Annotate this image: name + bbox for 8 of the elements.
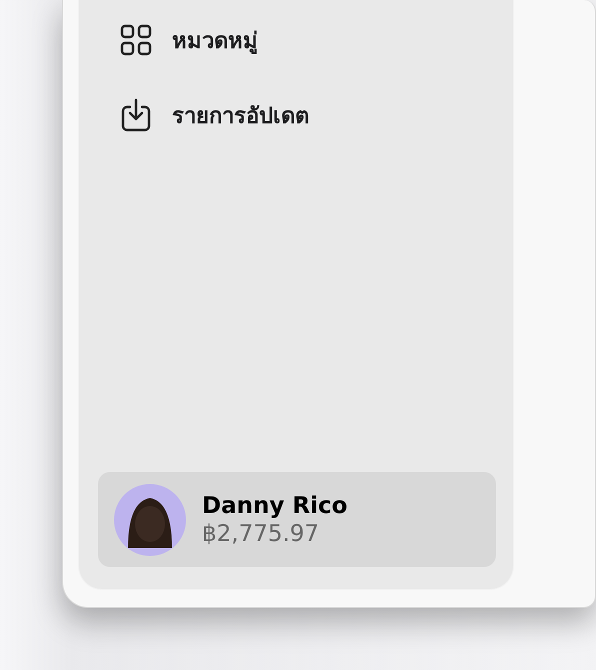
download-icon [120,98,152,132]
sidebar-item[interactable]: รายการอัปเดต [98,95,496,135]
account-balance: ฿2,775.97 [202,520,320,546]
account-card[interactable]: Danny Rico ฿2,775.97 [98,472,496,567]
sidebar-item[interactable]: หมวดหมู่ [98,20,496,60]
grid-icon [120,24,152,56]
account-name: Danny Rico [202,492,348,518]
avatar [114,484,186,556]
